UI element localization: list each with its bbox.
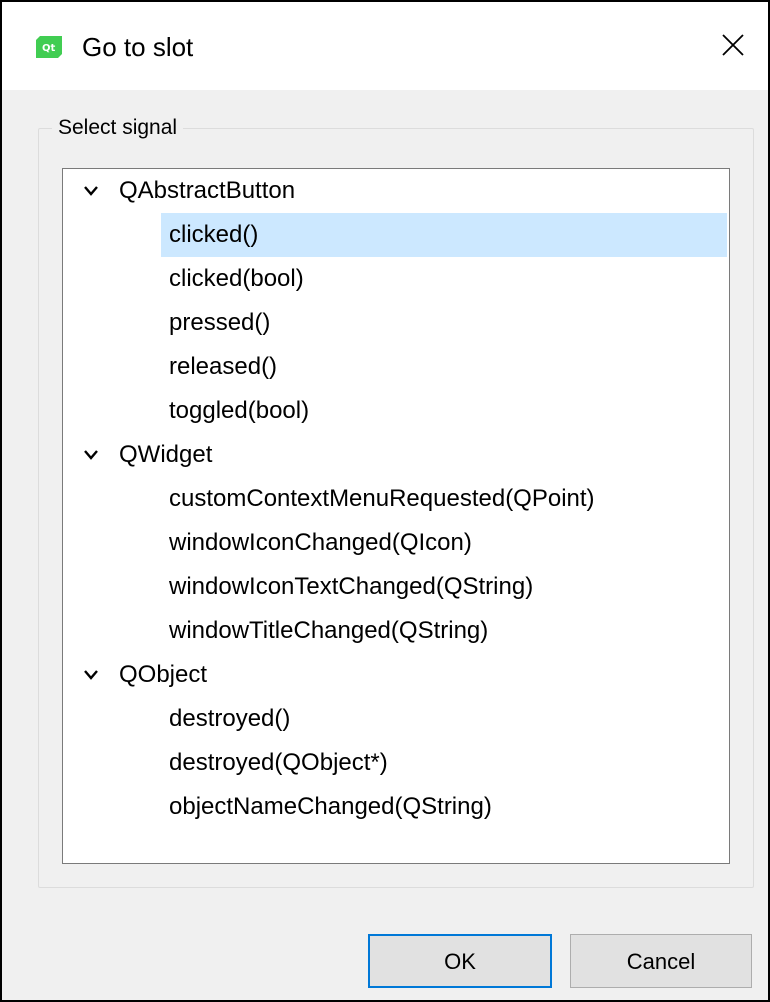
title-bar: Qt Go to slot xyxy=(2,2,768,90)
signal-item[interactable]: clicked(bool) xyxy=(161,257,727,301)
signal-tree[interactable]: QAbstractButton clicked() clicked(bool) pre… xyxy=(62,168,730,864)
signal-item[interactable]: pressed() xyxy=(161,301,727,345)
svg-text:Qt: Qt xyxy=(42,43,56,54)
signal-item[interactable]: windowIconChanged(QIcon) xyxy=(161,521,727,565)
go-to-slot-dialog: Qt Go to slot Select signal QAbstractBut… xyxy=(0,0,770,1002)
signal-item[interactable]: windowTitleChanged(QString) xyxy=(161,609,727,653)
tree-group-row[interactable]: QWidget xyxy=(63,433,727,477)
chevron-down-icon[interactable] xyxy=(83,668,99,682)
tree-group-row[interactable]: QObject xyxy=(63,653,727,697)
tree-group-label: QAbstractButton xyxy=(119,177,296,204)
signal-item[interactable]: destroyed() xyxy=(161,697,727,741)
signal-item[interactable]: toggled(bool) xyxy=(161,389,727,433)
signal-item[interactable]: clicked() xyxy=(161,213,727,257)
signal-item[interactable]: objectNameChanged(QString) xyxy=(161,785,727,829)
close-icon xyxy=(722,34,744,56)
close-button[interactable] xyxy=(688,2,768,90)
qt-icon: Qt xyxy=(36,36,62,58)
signal-item[interactable]: windowIconTextChanged(QString) xyxy=(161,565,727,609)
tree-group-label: QWidget xyxy=(119,441,213,468)
chevron-down-icon[interactable] xyxy=(83,448,99,462)
signal-item[interactable]: released() xyxy=(161,345,727,389)
groupbox-title: Select signal xyxy=(52,114,184,142)
window-title: Go to slot xyxy=(82,32,194,62)
tree-group-row[interactable]: QAbstractButton xyxy=(63,169,727,213)
ok-button[interactable]: OK xyxy=(368,934,552,988)
cancel-button[interactable]: Cancel xyxy=(570,934,752,988)
signal-item[interactable]: destroyed(QObject*) xyxy=(161,741,727,785)
tree-group-label: QObject xyxy=(119,661,208,688)
chevron-down-icon[interactable] xyxy=(83,184,99,198)
signal-item[interactable]: customContextMenuRequested(QPoint) xyxy=(161,477,727,521)
